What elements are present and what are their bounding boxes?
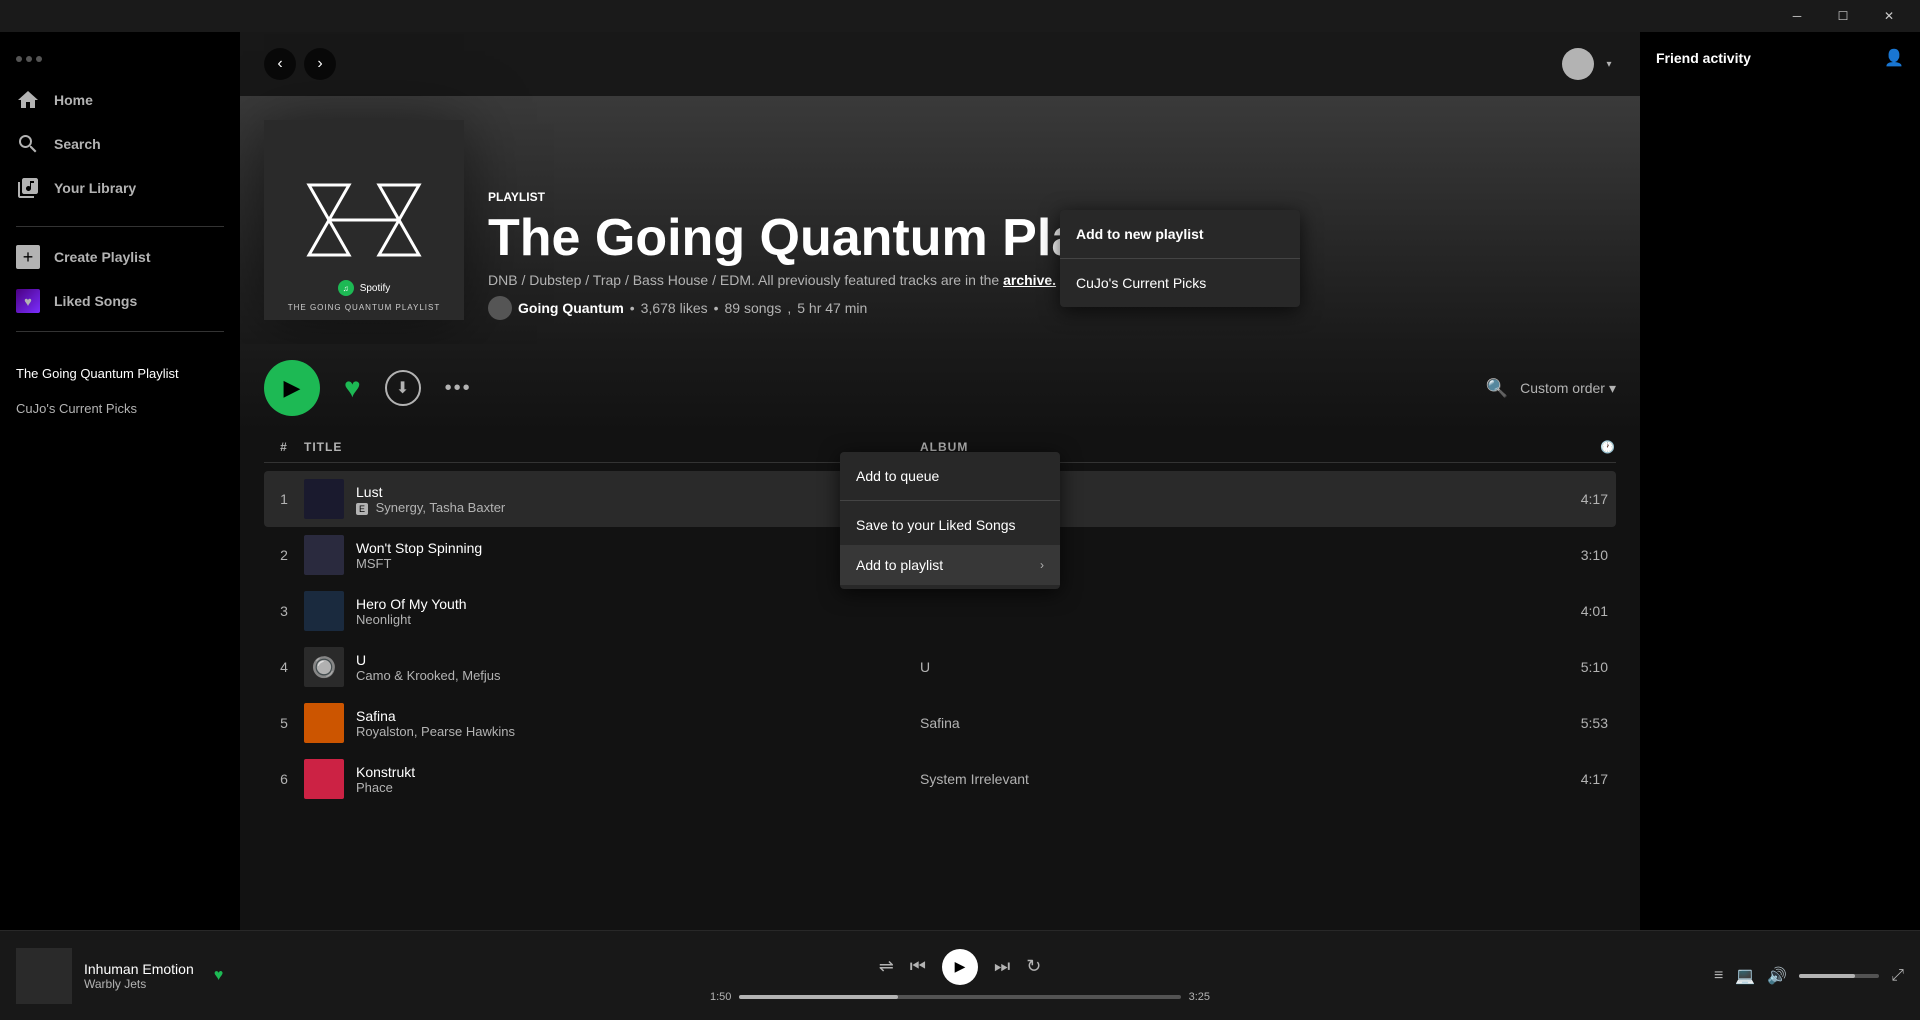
np-current-time: 1:50 xyxy=(710,991,731,1003)
create-playlist-icon: + xyxy=(16,245,40,269)
now-playing-track: Inhuman Emotion Warbly Jets ♥ xyxy=(16,948,316,1004)
dot-3 xyxy=(36,56,42,62)
add-to-queue-label: Add to queue xyxy=(856,468,939,484)
sidebar-library: The Going Quantum Playlist CuJo's Curren… xyxy=(0,340,240,922)
app-layout: Home Search Your Library + Create Playli… xyxy=(0,32,1920,930)
next-button[interactable]: ⏭ xyxy=(994,956,1010,977)
add-to-new-playlist-label: Add to new playlist xyxy=(1076,226,1204,242)
np-total-time: 3:25 xyxy=(1189,991,1210,1003)
repeat-button[interactable]: ↻ xyxy=(1026,956,1041,977)
home-icon xyxy=(16,88,40,112)
playlist-popup-existing-label: CuJo's Current Picks xyxy=(1076,275,1206,291)
context-menu-divider-1 xyxy=(840,500,1060,501)
dot-2 xyxy=(26,56,32,62)
volume-bar[interactable] xyxy=(1799,974,1879,978)
close-button[interactable]: ✕ xyxy=(1866,0,1912,32)
sidebar-playlist-1[interactable]: The Going Quantum Playlist xyxy=(0,356,240,391)
sidebar-divider-1 xyxy=(16,226,224,227)
now-playing-heart-button[interactable]: ♥ xyxy=(214,967,224,985)
playlist-popup-new[interactable]: Add to new playlist xyxy=(1060,214,1300,254)
sidebar: Home Search Your Library + Create Playli… xyxy=(0,32,240,930)
playlist-popup: Add to new playlist CuJo's Current Picks xyxy=(1060,210,1300,307)
context-menu-add-to-queue[interactable]: Add to queue xyxy=(840,456,1060,496)
sidebar-item-search[interactable]: Search xyxy=(0,122,240,166)
dot-1 xyxy=(16,56,22,62)
sidebar-playlist-1-label: The Going Quantum Playlist xyxy=(16,366,179,381)
liked-songs-label: Liked Songs xyxy=(54,293,137,309)
shuffle-button[interactable]: ⇌ xyxy=(879,956,894,977)
now-playing-artist: Warbly Jets xyxy=(84,977,194,991)
sidebar-library-label: Your Library xyxy=(54,180,136,196)
create-playlist-label: Create Playlist xyxy=(54,249,151,265)
now-playing-extra: ≡ 💻 🔊 ⤢ xyxy=(1604,966,1904,986)
sidebar-dots xyxy=(0,40,240,70)
devices-button[interactable]: 💻 xyxy=(1735,966,1755,986)
playlist-popup-divider xyxy=(1060,258,1300,259)
minimize-button[interactable]: ─ xyxy=(1774,0,1820,32)
sidebar-item-home[interactable]: Home xyxy=(0,78,240,122)
np-progress-bar: 1:50 3:25 xyxy=(710,991,1210,1003)
context-menu-add-to-playlist[interactable]: Add to playlist › xyxy=(840,545,1060,585)
now-playing-thumb xyxy=(16,948,72,1004)
liked-songs-icon: ♥ xyxy=(16,289,40,313)
now-playing-title: Inhuman Emotion xyxy=(84,961,194,977)
sidebar-home-label: Home xyxy=(54,92,93,108)
progress-bar-fill xyxy=(739,995,898,999)
queue-button[interactable]: ≡ xyxy=(1714,967,1723,985)
sidebar-item-liked-songs[interactable]: ♥ Liked Songs xyxy=(0,279,240,323)
progress-bar-track[interactable] xyxy=(739,995,1180,999)
context-menu-overlay: Add to queue Save to your Liked Songs Ad… xyxy=(240,32,1920,930)
main-area: ‹ › ▾ xyxy=(240,32,1920,930)
library-icon xyxy=(16,176,40,200)
np-ctrl-buttons: ⇌ ⏮ ▶ ⏭ ↻ xyxy=(879,949,1042,985)
fullscreen-button[interactable]: ⤢ xyxy=(1891,967,1904,985)
playlist-popup-existing[interactable]: CuJo's Current Picks xyxy=(1060,263,1300,303)
now-playing-controls: ⇌ ⏮ ▶ ⏭ ↻ 1:50 3:25 xyxy=(316,949,1604,1003)
sidebar-item-library[interactable]: Your Library xyxy=(0,166,240,210)
sidebar-item-create-playlist[interactable]: + Create Playlist xyxy=(0,235,240,279)
maximize-button[interactable]: ☐ xyxy=(1820,0,1866,32)
np-play-pause-button[interactable]: ▶ xyxy=(942,949,978,985)
context-menu-save-to-liked[interactable]: Save to your Liked Songs xyxy=(840,505,1060,545)
sidebar-divider-2 xyxy=(16,331,224,332)
now-playing-bar: Inhuman Emotion Warbly Jets ♥ ⇌ ⏮ ▶ ⏭ ↻ … xyxy=(0,930,1920,1020)
add-to-playlist-chevron: › xyxy=(1040,558,1044,572)
title-bar: ─ ☐ ✕ xyxy=(0,0,1920,32)
sidebar-playlist-2[interactable]: CuJo's Current Picks xyxy=(0,391,240,426)
now-playing-info: Inhuman Emotion Warbly Jets xyxy=(84,961,194,991)
volume-fill xyxy=(1799,974,1855,978)
sidebar-search-label: Search xyxy=(54,136,101,152)
add-to-playlist-label: Add to playlist xyxy=(856,557,943,573)
context-menu: Add to queue Save to your Liked Songs Ad… xyxy=(840,452,1060,589)
search-icon xyxy=(16,132,40,156)
save-to-liked-label: Save to your Liked Songs xyxy=(856,517,1016,533)
volume-button[interactable]: 🔊 xyxy=(1767,966,1787,986)
sidebar-nav: Home Search Your Library xyxy=(0,70,240,218)
previous-button[interactable]: ⏮ xyxy=(910,956,926,977)
sidebar-playlist-2-label: CuJo's Current Picks xyxy=(16,401,137,416)
